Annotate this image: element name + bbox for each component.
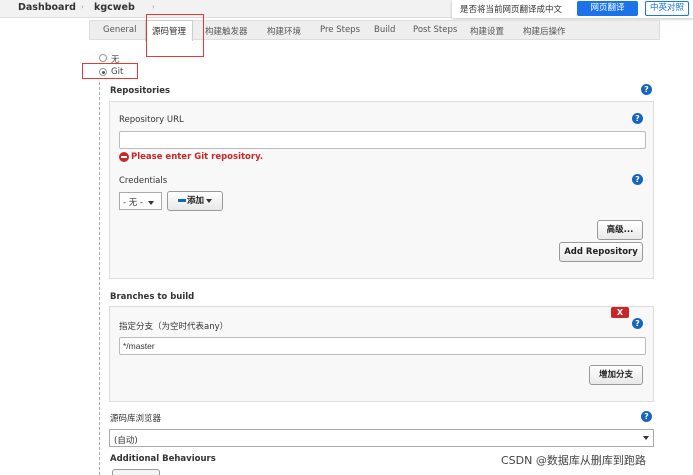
chevron-right-icon: › — [81, 3, 84, 11]
tab-post-steps[interactable]: Post Steps — [413, 25, 457, 35]
breadcrumb-dashboard[interactable]: Dashboard — [18, 2, 76, 13]
add-behaviour-button[interactable] — [112, 469, 160, 475]
error-icon — [119, 152, 129, 162]
dropdown-arrow-icon — [147, 200, 154, 205]
help-icon[interactable]: ? — [632, 318, 643, 329]
add-credentials-label: 添加 — [186, 196, 204, 206]
credentials-select[interactable]: - 无 - — [119, 192, 162, 210]
scm-none-label: 无 — [111, 55, 120, 65]
additional-behaviours-label: Additional Behaviours — [110, 454, 216, 464]
help-icon[interactable]: ? — [641, 84, 652, 95]
highlight-box-scm-tab — [146, 14, 204, 57]
scm-git-label: Git — [111, 67, 124, 77]
highlight-box-git-option — [82, 63, 138, 79]
scm-git-radio[interactable] — [99, 68, 107, 76]
branch-spec-label: 指定分支（为空时代表any） — [119, 322, 229, 332]
repo-browser-selected-value: (自动) — [114, 436, 138, 446]
chevron-right-icon: › — [152, 3, 155, 11]
translate-popup: 是否将当前网页翻译成中文 网页翻译 中英对照 — [452, 0, 693, 18]
bilingual-compare-button[interactable]: 中英对照 — [645, 1, 689, 16]
add-credentials-button[interactable]: 添加 — [167, 191, 223, 211]
section-indent-line — [99, 82, 100, 475]
advanced-button[interactable]: 高级... — [597, 220, 643, 240]
repo-browser-label: 源码库浏览器 — [110, 414, 162, 424]
breadcrumb-kgcweb[interactable]: kgcweb — [94, 2, 135, 13]
tab-general[interactable]: General — [103, 25, 137, 35]
repository-url-input[interactable] — [119, 131, 646, 149]
repositories-label: Repositories — [110, 86, 171, 96]
tab-build-triggers[interactable]: 构建触发器 — [205, 25, 248, 37]
tab-build-settings[interactable]: 构建设置 — [470, 25, 504, 37]
help-icon[interactable]: ? — [632, 174, 643, 185]
branches-label: Branches to build — [110, 292, 195, 302]
add-repository-button[interactable]: Add Repository — [559, 242, 643, 262]
dropdown-arrow-icon — [206, 198, 212, 203]
csdn-watermark: CSDN @数据库从删库到跑路 — [501, 454, 646, 467]
credentials-selected-value: - 无 - — [123, 198, 144, 208]
branch-spec-input[interactable] — [119, 337, 646, 355]
dropdown-arrow-icon — [643, 436, 649, 440]
delete-branch-button[interactable]: X — [611, 307, 629, 318]
translate-prompt: 是否将当前网页翻译成中文 — [460, 5, 563, 15]
tab-pre-steps[interactable]: Pre Steps — [320, 25, 360, 35]
credentials-label: Credentials — [119, 176, 168, 186]
translate-page-button[interactable]: 网页翻译 — [577, 1, 638, 16]
help-icon[interactable]: ? — [641, 411, 652, 422]
tab-post-build[interactable]: 构建后操作 — [523, 25, 566, 37]
tab-build[interactable]: Build — [374, 25, 395, 35]
help-icon[interactable]: ? — [632, 113, 643, 124]
tab-build-env[interactable]: 构建环境 — [267, 25, 301, 37]
repo-browser-select[interactable]: (自动) — [109, 429, 654, 447]
scm-none-radio[interactable] — [99, 54, 107, 62]
repository-error-text: Please enter Git repository. — [131, 152, 264, 162]
repository-url-label: Repository URL — [119, 115, 184, 125]
key-icon — [177, 199, 186, 202]
add-branch-button[interactable]: 增加分支 — [589, 365, 643, 385]
